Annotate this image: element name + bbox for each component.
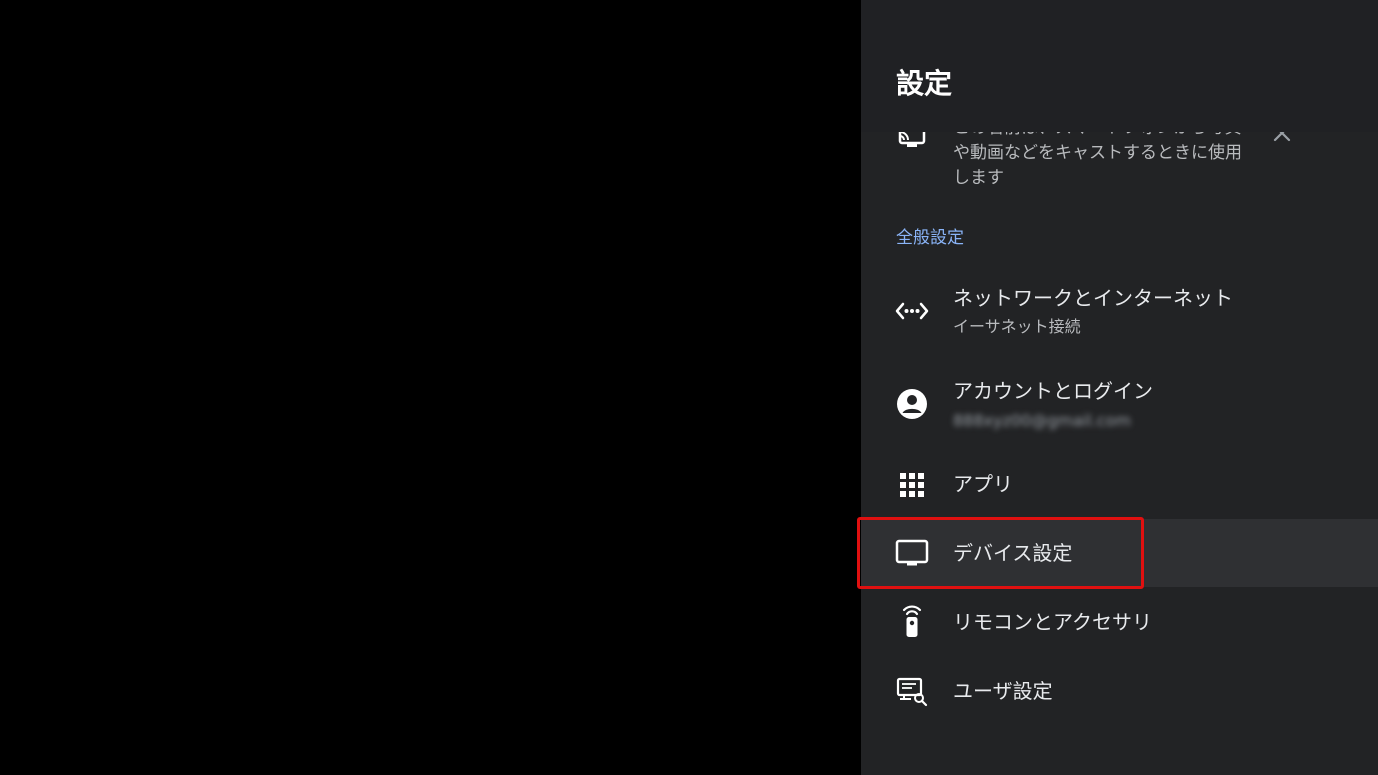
menu-item-apps[interactable]: アプリ xyxy=(861,450,1378,518)
panel-header: 設定 xyxy=(861,0,1378,132)
section-general-label: 全般設定 xyxy=(896,228,964,248)
menu-item-remote[interactable]: リモコンとアクセサリ xyxy=(861,588,1378,656)
menu-item-label: ユーザ設定 xyxy=(953,679,1053,703)
screen: 設定 この名前は、スマートフォンから写真や動画などをキャストするときに使用します… xyxy=(0,0,1378,775)
menu-item-user-settings[interactable]: ユーザ設定 xyxy=(861,657,1378,725)
menu-item-label: リモコンとアクセサリ xyxy=(953,610,1152,634)
menu-item-sub: イーサネット接続 xyxy=(953,317,1081,336)
menu-item-account[interactable]: アカウントとログイン 888xyz00@gmail.com xyxy=(861,370,1378,438)
menu-item-sub: 888xyz00@gmail.com xyxy=(953,411,1131,430)
remote-icon xyxy=(895,604,929,638)
selection-highlight xyxy=(857,517,1144,589)
menu-item-label: ネットワークとインターネット xyxy=(953,286,1233,310)
user-settings-icon xyxy=(895,674,929,708)
account-icon xyxy=(895,387,929,421)
network-icon xyxy=(895,294,929,328)
menu-item-network[interactable]: ネットワークとインターネット イーサネット接続 xyxy=(861,278,1378,346)
page-title: 設定 xyxy=(896,67,953,100)
backdrop xyxy=(0,0,861,775)
menu-item-label: アプリ xyxy=(953,472,1013,496)
settings-panel: 設定 この名前は、スマートフォンから写真や動画などをキャストするときに使用します… xyxy=(861,0,1378,775)
apps-grid-icon xyxy=(895,468,929,502)
menu-item-label: アカウントとログイン xyxy=(953,379,1153,403)
